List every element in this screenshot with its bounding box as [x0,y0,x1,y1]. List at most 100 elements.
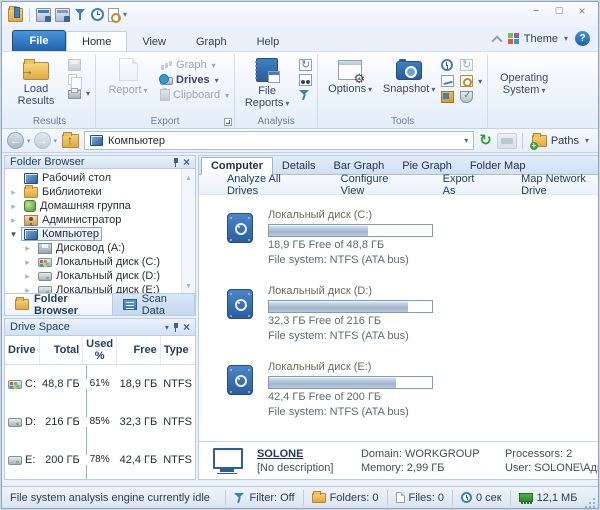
scheduler-icon[interactable] [91,8,104,21]
tree-expander-icon[interactable] [23,258,32,267]
tree-item[interactable]: Администратор [7,213,179,227]
stop-icon[interactable] [497,133,517,149]
drive-entry[interactable]: Локальный диск (D:) 32,3 ГБ Free of 216 … [227,285,599,343]
computer-view: Computer Details Bar Graph Pie Graph Fol… [198,155,599,480]
tree-item[interactable]: Локальный диск (E:) [7,283,179,294]
address-field[interactable]: Компьютер ▾ [84,131,474,150]
shield-icon[interactable] [460,91,473,103]
maximize-button[interactable] [549,4,569,17]
tree-item[interactable]: Рабочий стол [7,171,179,185]
forward-history-dropdown-icon[interactable]: ▾ [54,137,58,145]
drive-space-row[interactable]: D: 216 ГБ 85% 32,3 ГБ NTFS [5,403,195,441]
col-used[interactable]: Used % [83,336,117,365]
snapshot-button[interactable]: Snapshot [382,56,436,96]
back-history-dropdown-icon[interactable]: ▾ [27,137,31,145]
computer-user: User: SOLONE\Администр [505,462,599,474]
theme-button[interactable]: Theme [508,33,568,45]
tree-item[interactable]: Дисковод (A:) [7,241,179,255]
pin-icon[interactable] [174,323,178,331]
tree-item[interactable]: Локальный диск (C:) [7,255,179,269]
clipboard-button[interactable]: Clipboard [160,89,229,101]
tree-scrollbar[interactable] [181,169,195,293]
open-results-icon[interactable] [8,8,23,22]
drive-entry[interactable]: Локальный диск (E:) 42,4 ГБ Free of 200 … [227,361,599,419]
scroll-down-icon[interactable] [185,279,192,291]
file-tab[interactable]: File [12,30,66,51]
close-button[interactable] [572,4,592,17]
drive-space-row[interactable]: E: 200 ГБ 78% 42,4 ГБ NTFS [5,441,195,479]
refresh-icon[interactable]: ↻ [477,133,494,148]
status-filter[interactable]: Filter: Off [225,490,303,506]
search-preview-icon[interactable] [108,8,119,22]
computer-name-link[interactable]: SOLONE [257,448,347,460]
up-folder-icon[interactable] [62,134,79,148]
export-results-icon[interactable] [36,8,51,22]
tree-item[interactable]: Домашняя группа [7,199,179,213]
tree-expander-icon[interactable] [9,230,18,239]
close-panel-icon[interactable]: × [183,157,190,167]
configure-view-link[interactable]: Configure View [341,173,405,197]
tree-expander-icon[interactable] [23,244,32,253]
panel-menu-icon[interactable]: ▾ [165,323,169,332]
map-network-drive-link[interactable]: Map Network Drive [521,173,599,197]
drive-space-row[interactable]: C: 48,8 ГБ 61% 18,9 ГБ NTFS [5,365,195,404]
save-icon[interactable] [68,59,81,71]
tree-item-label: Рабочий стол [42,172,111,184]
qat-dropdown-icon[interactable]: ▾ [123,10,127,19]
tree-expander-icon[interactable] [9,202,18,211]
drive-entry[interactable]: Локальный диск (C:) 18,9 ГБ Free of 48,8… [227,209,599,267]
help-button[interactable]: ? [575,31,590,46]
monitor-chart-icon[interactable] [441,91,454,103]
report-button[interactable]: Report [101,56,155,97]
copy-icon[interactable] [68,74,77,85]
analyze-all-drives-link[interactable]: Analyze All Drives [227,173,303,197]
filter-search-icon[interactable] [299,89,312,101]
drive-space-header-row[interactable]: Drive Total Used % Free Type [5,336,195,365]
tree-item[interactable]: Компьютер [7,227,179,241]
resize-grip[interactable] [587,498,595,508]
back-button[interactable]: ← [7,132,24,149]
tree-expander-icon[interactable] [9,216,18,225]
close-panel-icon[interactable]: × [183,322,190,332]
chart-line-icon[interactable] [441,75,454,87]
address-dropdown-icon[interactable]: ▾ [464,136,468,145]
info-page-icon[interactable] [460,59,473,71]
binoculars-icon[interactable] [299,74,312,86]
tree-expander-icon[interactable] [23,286,32,295]
col-free[interactable]: Free [117,336,161,365]
tree-item[interactable]: Локальный диск (D:) [7,269,179,283]
pin-icon[interactable] [174,158,178,166]
export-as-link[interactable]: Export As [443,173,483,197]
col-drive[interactable]: Drive [5,336,39,365]
file-reports-button[interactable]: File Reports [240,56,294,110]
clock-icon[interactable] [441,59,453,71]
options-button[interactable]: Options [323,56,377,96]
operating-system-button[interactable]: Operating System [493,56,555,112]
minimize-button[interactable] [526,4,546,17]
paths-button[interactable]: Paths [528,134,593,148]
print-button[interactable] [68,88,90,99]
refresh-window-icon[interactable] [299,59,312,71]
tab-graph[interactable]: Graph [181,32,242,51]
filter-icon[interactable] [74,8,87,22]
forward-button[interactable]: → [34,132,51,149]
load-results-button[interactable]: Load Results [9,56,63,107]
tab-home[interactable]: Home [66,31,127,51]
tree-expander-icon[interactable] [23,272,32,281]
tab-folder-browser[interactable]: Folder Browser [5,294,113,315]
col-type[interactable]: Type [160,336,195,365]
col-total[interactable]: Total [39,336,83,365]
tree-expander-icon[interactable] [9,188,18,197]
drives-export-button[interactable]: Drives [160,74,229,86]
report-viewer-icon[interactable] [55,8,70,22]
search-button[interactable] [460,75,482,87]
tab-view[interactable]: View [127,32,181,51]
tab-help[interactable]: Help [242,32,295,51]
tree-item[interactable]: Библиотеки [7,185,179,199]
address-bar: ← ▾ → ▾ Компьютер ▾ ↻ Paths [2,129,598,153]
tab-scan-data[interactable]: Scan Data [113,294,195,315]
graph-export-button[interactable]: Graph [160,59,229,71]
export-dialog-launcher-icon[interactable] [224,118,232,126]
scroll-up-icon[interactable] [185,171,192,183]
collapse-ribbon-icon[interactable] [492,34,501,43]
